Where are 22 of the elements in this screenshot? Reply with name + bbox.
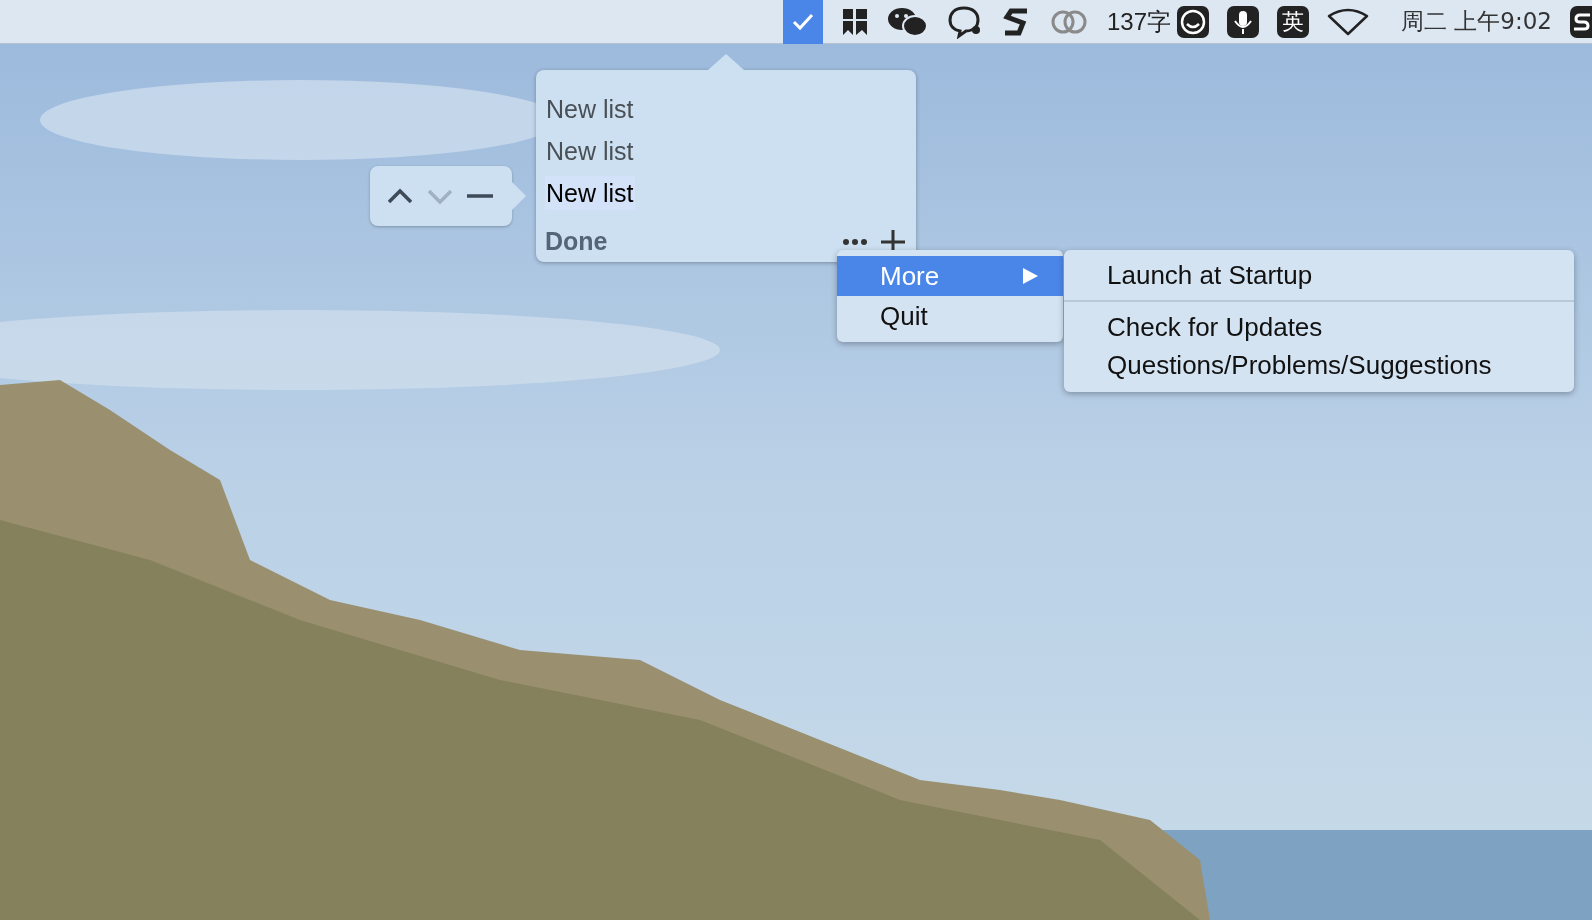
done-button[interactable]: Done bbox=[545, 227, 608, 256]
list-item[interactable]: New list bbox=[545, 176, 635, 210]
menu-item[interactable]: Launch at Startup bbox=[1064, 256, 1313, 294]
list-item[interactable]: New list bbox=[545, 134, 635, 168]
cloud-rings-icon[interactable] bbox=[1049, 8, 1089, 35]
input-method-indicator[interactable]: 英 bbox=[1277, 5, 1310, 38]
menu-item[interactable]: More bbox=[837, 256, 1063, 296]
menu-item[interactable]: Quit bbox=[837, 296, 1063, 336]
wifi-icon[interactable] bbox=[1327, 7, 1370, 36]
checkmark-icon[interactable] bbox=[783, 0, 823, 44]
bookmark-grid-icon[interactable] bbox=[841, 6, 869, 37]
clock[interactable]: 周二 上午9:02 bbox=[1401, 6, 1552, 37]
menu-item[interactable]: Questions/Problems/Suggestions bbox=[1064, 346, 1492, 384]
smiley-icon[interactable] bbox=[1177, 5, 1210, 38]
app-logo-icon[interactable] bbox=[1570, 5, 1592, 38]
microphone-icon[interactable] bbox=[1227, 5, 1260, 38]
list-item[interactable]: New list bbox=[545, 92, 635, 126]
more-dots-icon[interactable] bbox=[842, 237, 868, 246]
menu-item[interactable]: Check for Updates bbox=[1064, 308, 1323, 346]
chat-bubbles-icon[interactable] bbox=[887, 5, 929, 38]
word-count[interactable]: 137字 bbox=[1107, 5, 1172, 38]
move-up-icon[interactable] bbox=[386, 186, 414, 206]
